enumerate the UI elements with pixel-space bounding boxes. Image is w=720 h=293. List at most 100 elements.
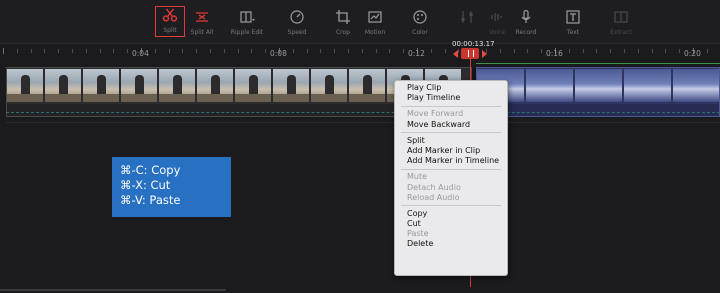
- ruler-tick: [251, 49, 253, 53]
- ruler-label-0-08: 0:08: [270, 49, 287, 58]
- ruler-tick: [16, 49, 18, 53]
- playhead-timecode: 00:00:13.17: [452, 40, 495, 48]
- menu-item-add-marker-clip[interactable]: Add Marker in Clip: [395, 146, 507, 156]
- ruler-tick: [361, 49, 363, 53]
- ruler-tick: [458, 49, 460, 53]
- menu-item-paste: Paste: [407, 229, 429, 239]
- crop-label: Crop: [335, 29, 350, 36]
- clip-thumbnail: [7, 69, 44, 102]
- speed-icon: [290, 10, 304, 24]
- text-button[interactable]: Text: [555, 9, 591, 37]
- split-all-label: Split All: [190, 29, 214, 36]
- timeline-scrollbar[interactable]: [0, 287, 720, 293]
- menu-item-move-forward: Move Forward: [407, 109, 464, 119]
- scrollbar-thumb[interactable]: [0, 289, 226, 291]
- text-icon: [566, 10, 580, 24]
- playhead-right-arrow-icon: [482, 50, 487, 58]
- menu-item-reload-audio: Reload Audio: [407, 192, 460, 202]
- ruler-label-0-20: 0:20: [684, 49, 701, 58]
- menu-item-add-marker-timeline[interactable]: Add Marker in Timeline: [395, 156, 507, 166]
- shortcut-callout: ⌘-C: Copy ⌘-X: Cut ⌘-V: Paste: [112, 157, 231, 217]
- ruler-tick: [679, 49, 681, 53]
- menu-item-move-backward[interactable]: Move Backward: [395, 120, 507, 130]
- render-indicator: [476, 63, 720, 64]
- ruler-tick: [72, 49, 73, 53]
- clip-thumbnail: [349, 69, 386, 102]
- ruler-label-0-04: 0:04: [132, 49, 149, 58]
- split-all-icon: [196, 12, 208, 22]
- ruler-tick: [582, 49, 584, 53]
- clip-thumbnail: [121, 69, 158, 102]
- record-button[interactable]: Record: [508, 9, 544, 37]
- shortcut-paste: ⌘-V: Paste: [120, 193, 181, 207]
- menu-item-delete[interactable]: Delete: [395, 239, 507, 249]
- split-button[interactable]: Split: [155, 6, 185, 37]
- ruler-tick: [306, 49, 308, 53]
- split-label: Split: [163, 27, 177, 34]
- color-label: Color: [412, 29, 428, 36]
- ruler-tick: [168, 49, 170, 53]
- menu-item-split[interactable]: Split: [395, 136, 507, 146]
- ruler-label-0-16: 0:16: [546, 49, 563, 58]
- ripple-edit-label: Ripple Edit: [230, 29, 264, 36]
- clip-thumbnail: [575, 69, 623, 102]
- crop-icon: [336, 10, 350, 24]
- clip-thumbnail: [673, 69, 719, 102]
- ruler-tick: [99, 49, 101, 53]
- menu-separator: [401, 168, 501, 170]
- ruler-tick: [58, 49, 60, 53]
- extract-button[interactable]: Extract: [603, 9, 639, 37]
- ruler-tick: [30, 49, 32, 53]
- ruler-label-0-12: 0:12: [408, 49, 425, 58]
- ruler-tick: [210, 49, 211, 53]
- ruler-tick: [375, 49, 377, 53]
- clip-thumbnail: [83, 69, 120, 102]
- adjust-icon: [461, 11, 473, 23]
- ruler-tick: [651, 49, 653, 53]
- motion-label: Motion: [364, 29, 386, 36]
- timeline-ruler[interactable]: 0:04 0:08 0:12 0:16 0:20: [0, 44, 720, 64]
- ruler-tick: [499, 49, 501, 53]
- speed-button[interactable]: Speed: [279, 9, 315, 37]
- menu-item-copy[interactable]: Copy: [395, 209, 507, 219]
- ruler-tick: [610, 49, 612, 53]
- menu-item-play-timeline[interactable]: Play Timeline: [395, 93, 507, 103]
- ruler-tick: [127, 49, 129, 53]
- ruler-tick: [624, 49, 625, 53]
- menu-item-cut[interactable]: Cut: [395, 219, 507, 229]
- ripple-edit-button[interactable]: Ripple Edit: [229, 9, 265, 37]
- clip-thumbnail: [235, 69, 272, 102]
- clip-thumbnail: [159, 69, 196, 102]
- ruler-tick: [637, 49, 639, 53]
- extract-label: Extract: [610, 29, 632, 36]
- menu-item-mute: Mute: [407, 172, 428, 182]
- audio-track-line: [6, 112, 720, 113]
- clip-thumbnail: [526, 69, 574, 102]
- clip-thumbnail: [197, 69, 234, 102]
- shortcut-copy: ⌘-C: Copy: [120, 163, 181, 177]
- shortcut-cut: ⌘-X: Cut: [120, 178, 171, 192]
- motion-icon: [368, 11, 382, 23]
- ruler-tick: [541, 49, 543, 53]
- extract-icon: [614, 11, 628, 23]
- color-button[interactable]: Color: [402, 9, 438, 37]
- ruler-tick: [568, 49, 570, 53]
- clip-thumbnail: [45, 69, 82, 102]
- crop-button[interactable]: Crop: [325, 9, 361, 37]
- microphone-icon: [521, 9, 531, 23]
- motion-button[interactable]: Motion: [357, 9, 393, 37]
- split-all-button[interactable]: Split All: [184, 9, 220, 37]
- ruler-tick: [334, 49, 336, 53]
- clip-thumbnail: [311, 69, 348, 102]
- video-clip-ocean[interactable]: [476, 67, 720, 117]
- scissors-icon: [162, 8, 178, 22]
- text-label: Text: [566, 29, 580, 36]
- clip-audio-strip: [477, 104, 719, 116]
- menu-item-play-clip[interactable]: Play Clip: [395, 83, 507, 93]
- color-palette-icon: [413, 10, 427, 24]
- ruler-tick: [3, 48, 4, 54]
- clip-context-menu: Play Clip Play Timeline Move Forward Mov…: [394, 80, 508, 276]
- ruler-tick: [403, 49, 405, 53]
- ruler-tick: [292, 49, 294, 53]
- menu-separator: [401, 205, 501, 207]
